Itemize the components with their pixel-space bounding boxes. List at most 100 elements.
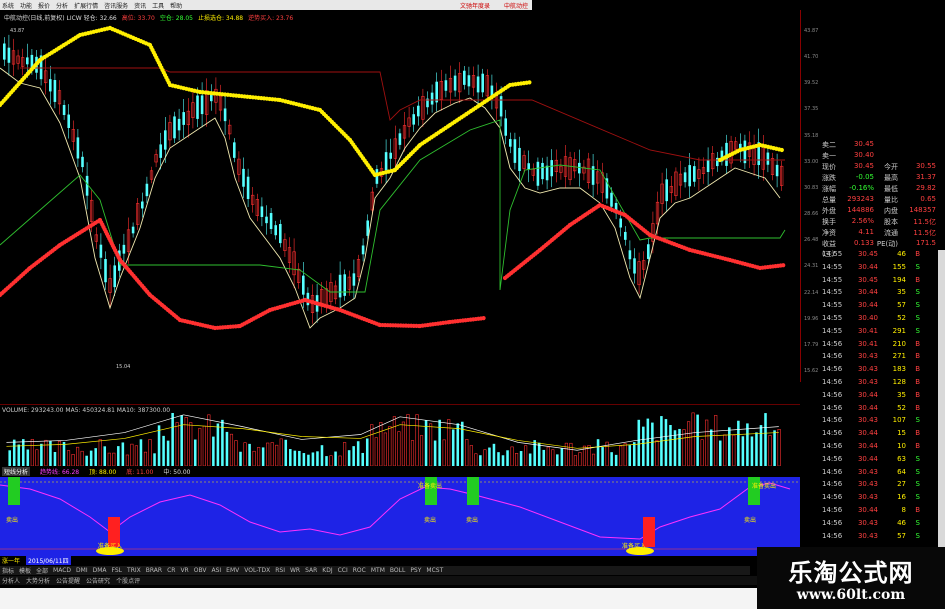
tick-time: 14:55 xyxy=(822,250,843,258)
volume-bar xyxy=(175,422,179,466)
menu-item-function[interactable]: 功能 xyxy=(20,1,32,10)
sell-marker-3: 卖出 xyxy=(466,517,479,524)
indicator-tab[interactable]: CR xyxy=(167,567,175,574)
indicator-tab[interactable]: ROC xyxy=(353,567,366,574)
candle-body xyxy=(513,139,517,163)
menu-item-quote[interactable]: 报价 xyxy=(38,1,50,10)
tick-volume: 107 xyxy=(892,416,906,425)
indicator-tab[interactable]: 模板 xyxy=(19,566,31,575)
volume-bar xyxy=(410,440,415,466)
tick-side: S xyxy=(915,262,920,271)
quote-label: 涨幅 xyxy=(822,185,836,193)
quote-value: 30.45 xyxy=(853,140,874,148)
tick-side: S xyxy=(915,531,920,540)
menu-item-service[interactable]: 咨讯服务 xyxy=(104,1,128,10)
volume-bar xyxy=(506,450,509,466)
candle-body xyxy=(518,147,521,172)
indicator-tab[interactable]: SAR xyxy=(305,567,317,574)
tick-price: 30.43 xyxy=(857,518,878,527)
volume-bar xyxy=(759,425,763,466)
indicator-tab[interactable]: BRAR xyxy=(146,567,162,574)
cursor-date: 2015/06/11四 xyxy=(26,555,71,565)
indicator-tab[interactable]: VOL-TDX xyxy=(244,567,270,574)
indicator-tab[interactable]: TRIX xyxy=(127,567,141,574)
analysis-tab[interactable]: 个股点评 xyxy=(116,576,140,585)
indicator-tab[interactable]: CCI xyxy=(338,567,348,574)
tick-row: 14:55 30.44 35 S xyxy=(822,288,940,299)
menu-item-news[interactable]: 资讯 xyxy=(134,1,146,10)
tick-row: 14:56 30.41 210 B xyxy=(822,340,940,351)
volume-bar xyxy=(777,429,781,466)
tick-detail-panel[interactable]: 14:55 30.45 46 B 14:55 30.44 155 S 14:55 30.45 194… xyxy=(822,250,940,546)
volume-bar xyxy=(80,450,84,466)
candle-body xyxy=(81,156,84,168)
indicator-tab[interactable]: BOLL xyxy=(390,567,405,574)
candle-body xyxy=(177,118,181,131)
indicator-tab[interactable]: 指标 xyxy=(2,566,14,575)
indicator-tab[interactable]: DMI xyxy=(76,567,88,574)
candle-body xyxy=(545,165,549,181)
tick-row: 14:56 30.43 27 S xyxy=(822,480,940,491)
volume-bar xyxy=(705,419,709,466)
side-scroll-strip[interactable] xyxy=(938,250,945,550)
indicator-tab[interactable]: RSI xyxy=(275,567,285,574)
period-label[interactable]: 涨一年 xyxy=(2,556,20,565)
tick-volume: 128 xyxy=(892,378,906,386)
indicator-tab[interactable]: OBV xyxy=(194,567,207,574)
tick-price: 30.44 xyxy=(857,262,878,271)
tick-side: S xyxy=(915,493,920,502)
volume-bar xyxy=(338,455,342,466)
volume-bar xyxy=(225,431,229,466)
analysis-tab[interactable]: 分析人 xyxy=(2,576,20,585)
quote-value: 0.133 xyxy=(853,239,874,247)
indicator-tab[interactable]: DMA xyxy=(93,567,107,574)
volume-bar xyxy=(773,430,776,466)
volume-bar xyxy=(483,449,487,466)
analysis-tab[interactable]: 大势分析 xyxy=(26,576,50,585)
indicator-header: 短线分析 趋势线: 66.28 顶: 88.00 底: 11.00 中: 50.… xyxy=(0,466,800,477)
indicator-tab[interactable]: MACD xyxy=(53,567,71,574)
indicator-chart[interactable]: 卖出 准备买入 准备卖出 卖出 卖出 准备买入 准备卖出 卖出 xyxy=(0,477,800,556)
tick-time: 14:56 xyxy=(822,339,843,348)
quote-value: 4.11 xyxy=(858,228,874,236)
indicator-tab[interactable]: ASI xyxy=(211,567,221,574)
candlestick-chart[interactable] xyxy=(0,10,800,382)
menu-item-system[interactable]: 系统 xyxy=(2,1,14,10)
volume-bar xyxy=(723,434,727,466)
tick-row: 14:55 30.44 57 S xyxy=(822,301,940,312)
quote-row: 净资 4.11 流通 11.5亿 xyxy=(822,228,938,239)
indicator-name[interactable]: 短线分析 xyxy=(2,467,31,476)
menu-item-extended[interactable]: 扩展行情 xyxy=(74,1,98,10)
volume-bar xyxy=(700,439,704,466)
analysis-tab[interactable]: 公告提醒 xyxy=(56,576,80,585)
indicator-tab[interactable]: EMV xyxy=(226,567,239,574)
tick-row: 14:56 30.44 35 B xyxy=(822,391,940,402)
volume-bar xyxy=(556,454,559,466)
volume-bar xyxy=(686,421,691,466)
volume-bar xyxy=(325,456,328,466)
tick-time: 14:55 xyxy=(822,314,843,322)
quote-label: 换手 xyxy=(822,218,836,226)
tick-volume: 10 xyxy=(897,442,906,450)
indicator-tab[interactable]: FSL xyxy=(112,567,123,574)
analysis-tab[interactable]: 公告研究 xyxy=(86,576,110,585)
menu-item-analysis[interactable]: 分析 xyxy=(56,1,68,10)
volume-bar xyxy=(343,442,347,466)
volume-bar xyxy=(62,441,66,466)
candle-body xyxy=(384,152,388,171)
tick-time: 14:56 xyxy=(822,378,843,386)
indicator-tab[interactable]: WR xyxy=(290,567,300,574)
menu-item-help[interactable]: 帮助 xyxy=(170,1,182,10)
indicator-tab[interactable]: PSY xyxy=(410,567,421,574)
indicator-tab[interactable]: MCST xyxy=(426,567,443,574)
indicator-tab[interactable]: VR xyxy=(180,567,188,574)
info-empty: 空仓: 28.05 xyxy=(159,15,193,22)
indicator-tab[interactable]: KDJ xyxy=(322,567,332,574)
tick-time: 14:56 xyxy=(822,518,843,527)
menu-item-tools[interactable]: 工具 xyxy=(152,1,164,10)
indicator-tab[interactable]: 全部 xyxy=(36,566,48,575)
candle-body xyxy=(499,96,503,117)
candle-body xyxy=(343,274,346,296)
indicator-tab[interactable]: MTM xyxy=(371,567,385,574)
tick-side: S xyxy=(915,518,920,527)
